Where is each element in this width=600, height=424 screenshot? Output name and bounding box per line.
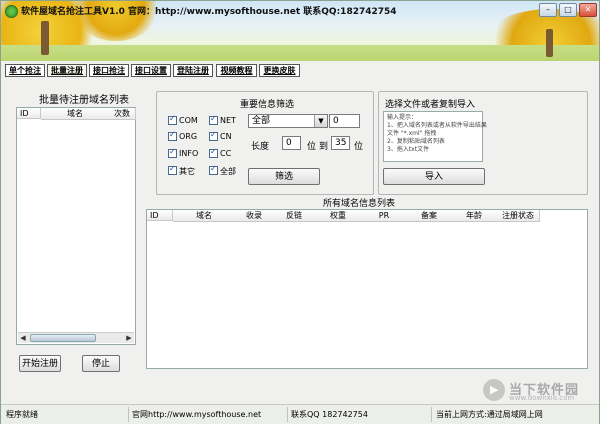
length-to-input[interactable]: 35 (331, 136, 350, 150)
tree-trunk (41, 21, 49, 55)
checkbox-info[interactable] (168, 147, 177, 158)
checkbox-cc-label: CC (220, 149, 232, 158)
column-backlinks[interactable]: 反链 (273, 210, 316, 222)
app-icon (5, 5, 18, 18)
status-divider (128, 407, 129, 422)
status-divider (287, 407, 288, 422)
checkbox-cn-label: CN (220, 132, 232, 141)
tab-api-settings[interactable]: 接口设置 (131, 64, 171, 77)
tab-single-register[interactable]: 单个抢注 (5, 64, 45, 77)
column-domain[interactable]: 域名 (173, 210, 236, 222)
column-reg-status[interactable]: 注册状态 (497, 210, 540, 222)
checkbox-other[interactable] (168, 164, 177, 175)
column-weight[interactable]: 权重 (315, 210, 362, 222)
column-id[interactable]: ID (147, 210, 173, 221)
close-button[interactable]: ✕ (579, 3, 597, 17)
checkbox-cc[interactable] (209, 147, 218, 158)
tld-select-value: 全部 (252, 116, 271, 126)
all-domain-list[interactable]: ID 域名 收录 反链 权重 PR 备案 年龄 注册状态 (146, 209, 588, 369)
checkbox-org-label: ORG (179, 132, 198, 141)
filter-title: 重要信息筛选 (240, 100, 295, 110)
status-bar: 程序就绪 官网http://www.mysofthouse.net 联系QQ 1… (1, 404, 599, 424)
status-qq: 联系QQ 182742754 (291, 410, 368, 419)
status-ready: 程序就绪 (6, 410, 38, 419)
column-icp[interactable]: 备案 (407, 210, 452, 222)
scroll-thumb[interactable] (30, 334, 96, 342)
checkbox-net-label: NET (220, 116, 236, 125)
column-domain[interactable]: 域名 (41, 108, 110, 120)
filter-button[interactable]: 筛选 (248, 168, 320, 185)
maximize-button[interactable]: □ (559, 3, 577, 17)
tab-batch-register[interactable]: 批量注册 (47, 64, 87, 77)
column-age[interactable]: 年龄 (451, 210, 498, 222)
checkbox-org[interactable] (168, 130, 177, 141)
column-id[interactable]: ID (17, 108, 41, 119)
checkbox-info-label: INFO (179, 149, 199, 158)
memo-line: 2、复制粘贴域名列表 (387, 138, 445, 145)
to-label: 到 (319, 142, 329, 152)
count-input[interactable]: 0 (329, 114, 360, 128)
tree-trunk-right (546, 29, 553, 57)
checkbox-all-label: 全部 (220, 167, 236, 176)
import-title: 选择文件或者复制导入 (385, 100, 476, 110)
status-divider (431, 407, 432, 422)
checkbox-net[interactable] (209, 114, 218, 125)
watermark-url: www.downxia.com (509, 394, 575, 402)
length-label: 长度 (251, 142, 270, 152)
batch-list-title: 批量待注册域名列表 (39, 95, 129, 106)
checkbox-com[interactable] (168, 114, 177, 125)
app-window: 软件屋域名抢注工具V1.0 官网：http://www.mysofthouse.… (0, 0, 600, 424)
watermark: 当下软件园 www.downxia.com (483, 379, 593, 403)
window-title: 软件屋域名抢注工具V1.0 官网：http://www.mysofthouse.… (21, 7, 397, 17)
length-from-input[interactable]: 0 (282, 136, 301, 150)
memo-line: 输入提示： (387, 114, 418, 121)
checkbox-other-label: 其它 (179, 167, 195, 176)
checkbox-cn[interactable] (209, 130, 218, 141)
scroll-right-icon[interactable]: ▶ (124, 333, 134, 343)
checkbox-all[interactable] (209, 164, 218, 175)
horizontal-scrollbar[interactable]: ◀ ▶ (18, 332, 134, 343)
batch-domain-list[interactable]: ID 域名 次数 ◀ ▶ (16, 107, 136, 345)
import-button[interactable]: 导入 (383, 168, 485, 185)
tab-video-tutorial[interactable]: 视频教程 (216, 64, 257, 77)
column-pr[interactable]: PR (361, 210, 408, 222)
chevron-down-icon[interactable]: ▼ (314, 115, 327, 127)
status-network: 当前上网方式:通过局域网上网 (436, 410, 543, 419)
import-textarea[interactable]: 输入提示： 1、把入域名列表或者从软件导出结果 文件 "*.xml" 拖拽 2、… (383, 111, 487, 162)
tab-change-skin[interactable]: 更换皮肤 (259, 64, 300, 77)
all-list-title: 所有域名信息列表 (323, 199, 396, 209)
memo-line: 3、拖入txt文件 (387, 146, 430, 153)
tld-select[interactable]: 全部 ▼ (248, 114, 328, 128)
memo-line: 文件 "*.xml" 拖拽 (387, 130, 437, 137)
tab-login-register[interactable]: 登陆注册 (173, 64, 213, 77)
column-indexed[interactable]: 收录 (235, 210, 274, 222)
header-banner: 软件屋域名抢注工具V1.0 官网：http://www.mysofthouse.… (1, 1, 599, 61)
unit-label-2: 位 (354, 142, 364, 152)
scroll-left-icon[interactable]: ◀ (18, 333, 28, 343)
grass-strip (1, 45, 599, 61)
minimize-button[interactable]: – (539, 3, 557, 17)
stop-button[interactable]: 停止 (82, 355, 120, 372)
tab-api-register[interactable]: 接口抢注 (89, 64, 129, 77)
checkbox-com-label: COM (179, 116, 198, 125)
status-site: 官网http://www.mysofthouse.net (132, 410, 262, 419)
unit-label: 位 (307, 142, 317, 152)
memo-line: 1、把入域名列表或者从软件导出结果 (387, 122, 487, 129)
column-count[interactable]: 次数 (109, 108, 136, 120)
downxia-logo-icon (483, 379, 505, 401)
start-register-button[interactable]: 开始注册 (19, 355, 61, 372)
